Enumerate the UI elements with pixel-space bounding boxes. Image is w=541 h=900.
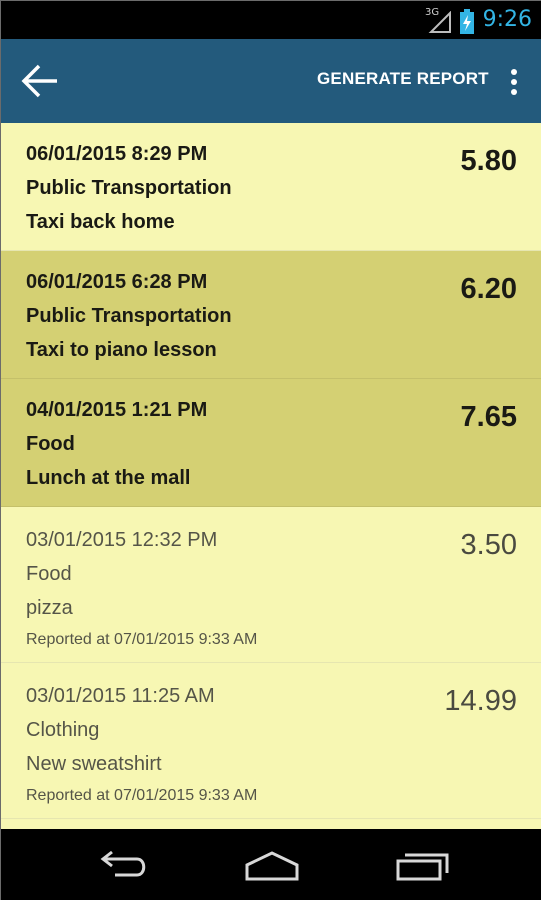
- expense-amount: 3.50: [460, 529, 517, 561]
- expense-category: Food: [26, 433, 75, 455]
- status-clock: 9:26: [482, 7, 532, 32]
- nav-recents-icon[interactable]: [393, 849, 453, 883]
- generate-report-button[interactable]: GENERATE REPORT: [317, 69, 489, 89]
- expense-category: Public Transportation: [26, 177, 232, 199]
- expense-datetime: 04/01/2015 1:21 PM: [26, 399, 208, 421]
- expense-note: pizza: [26, 597, 73, 619]
- battery-charging-icon: [460, 9, 474, 34]
- expense-note: Taxi to piano lesson: [26, 339, 217, 361]
- expense-category: Clothing: [26, 719, 100, 741]
- expense-datetime: 06/01/2015 6:28 PM: [26, 271, 208, 293]
- expense-reported-status: Reported at 07/01/2015 9:33 AM: [26, 631, 258, 648]
- action-bar: GENERATE REPORT: [1, 39, 541, 123]
- expense-row[interactable]: 03/01/2015 11:25 AM Clothing New sweatsh…: [1, 663, 541, 819]
- expense-row[interactable]: 04/01/2015 1:21 PM Food Lunch at the mal…: [1, 379, 541, 507]
- app-frame: 3G 9:26 GENERATE REPORT 06/01/2015 8:29 …: [0, 0, 541, 900]
- nav-back-icon[interactable]: [93, 849, 153, 883]
- expense-amount: 6.20: [460, 273, 517, 305]
- expense-category: Food: [26, 563, 72, 585]
- expense-note: Taxi back home: [26, 211, 175, 233]
- expense-list: 06/01/2015 8:29 PM Public Transportation…: [1, 123, 541, 829]
- arrow-left-icon[interactable]: [21, 63, 61, 99]
- nav-home-icon[interactable]: [241, 849, 303, 883]
- expense-row[interactable]: 06/01/2015 6:28 PM Public Transportation…: [1, 251, 541, 379]
- expense-amount: 14.99: [444, 685, 517, 717]
- expense-datetime: 06/01/2015 8:29 PM: [26, 143, 208, 165]
- expense-datetime: 03/01/2015 12:32 PM: [26, 529, 218, 551]
- expense-category: Public Transportation: [26, 305, 232, 327]
- expense-datetime: 03/01/2015 11:25 AM: [26, 685, 215, 707]
- more-vert-icon[interactable]: [506, 67, 522, 97]
- signal-icon: [428, 11, 451, 33]
- expense-note: Lunch at the mall: [26, 467, 191, 489]
- status-bar: 3G 9:26: [1, 1, 541, 39]
- expense-reported-status: Reported at 07/01/2015 9:33 AM: [26, 787, 258, 804]
- expense-note: New sweatshirt: [26, 753, 162, 775]
- expense-row[interactable]: 06/01/2015 8:29 PM Public Transportation…: [1, 123, 541, 251]
- system-nav-bar: [1, 829, 541, 900]
- expense-row[interactable]: 03/01/2015 12:32 PM Food pizza Reported …: [1, 507, 541, 663]
- expense-amount: 7.65: [460, 401, 517, 433]
- expense-amount: 5.80: [460, 145, 517, 177]
